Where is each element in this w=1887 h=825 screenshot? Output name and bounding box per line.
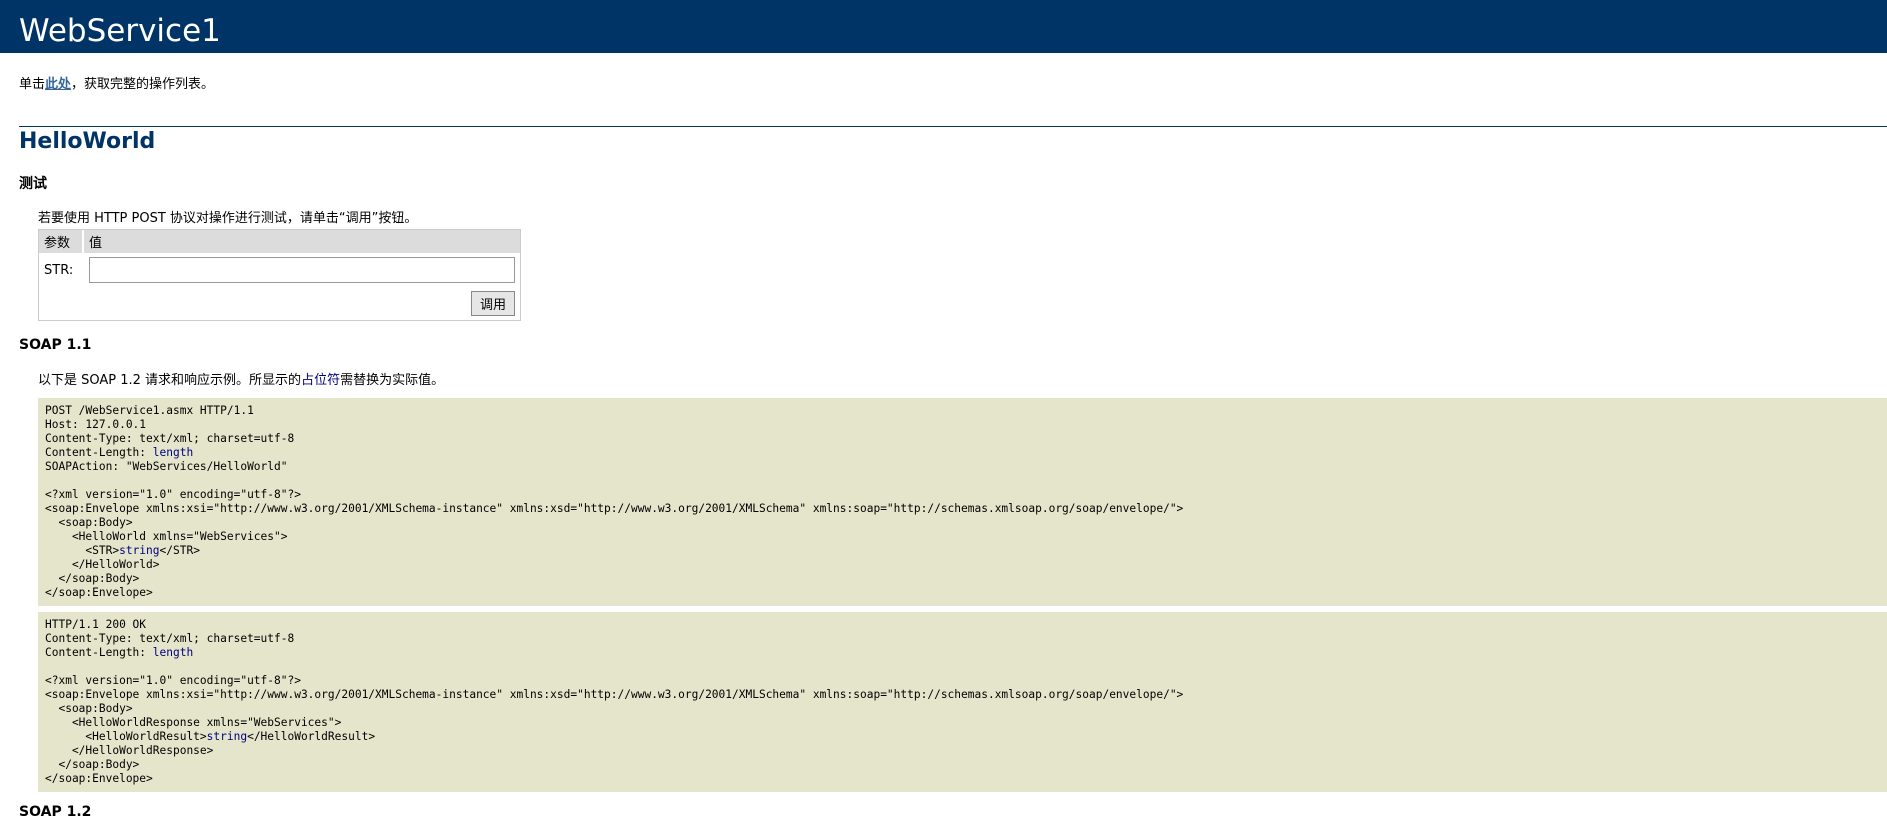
- code-line: </soap:Envelope>: [45, 772, 153, 785]
- param-row: STR:: [39, 253, 520, 287]
- param-value-cell: [84, 253, 520, 287]
- code-line: <soap:Envelope xmlns:xsi="http://www.w3.…: [45, 502, 1184, 515]
- code-line: SOAPAction: "WebServices/HelloWorld": [45, 460, 288, 473]
- placeholder-value: string: [119, 544, 160, 557]
- test-form-header: 参数 值: [39, 230, 520, 253]
- operations-list-link[interactable]: 此处: [45, 77, 71, 92]
- test-form: 参数 值 STR: 调用: [38, 229, 521, 321]
- code-line: HTTP/1.1 200 OK: [45, 618, 147, 631]
- soap11-desc-suffix: 需替换为实际值。: [340, 373, 445, 388]
- service-title: WebService1: [0, 0, 1887, 53]
- code-line: Host: 127.0.0.1: [45, 418, 147, 431]
- code-line: <HelloWorldResult>: [45, 730, 207, 743]
- operations-intro: 单击此处，获取完整的操作列表。: [19, 73, 1887, 92]
- soap11-description: 以下是 SOAP 1.2 请求和响应示例。所显示的占位符需替换为实际值。: [38, 369, 1887, 388]
- code-line: <soap:Body>: [45, 702, 133, 715]
- code-line: </HelloWorldResult>: [247, 730, 376, 743]
- code-line: <?xml version="1.0" encoding="utf-8"?>: [45, 674, 301, 687]
- param-label: STR:: [44, 262, 74, 278]
- code-line: <soap:Envelope xmlns:xsi="http://www.w3.…: [45, 688, 1184, 701]
- placeholder-term: 占位符: [301, 373, 341, 388]
- code-line: <STR>: [45, 544, 120, 557]
- test-heading: 测试: [19, 176, 47, 192]
- intro-suffix: ，获取完整的操作列表。: [71, 77, 215, 92]
- soap11-desc-prefix: 以下是 SOAP 1.2 请求和响应示例。所显示的: [38, 373, 302, 388]
- code-line: <HelloWorldResponse xmlns="WebServices">: [45, 716, 342, 729]
- invoke-button[interactable]: 调用: [470, 291, 515, 316]
- intro-prefix: 单击: [19, 77, 46, 92]
- soap11-heading: SOAP 1.1: [19, 337, 92, 353]
- code-line: </soap:Body>: [45, 758, 140, 771]
- param-column-header: 参数: [39, 230, 84, 253]
- value-column-header: 值: [84, 230, 520, 253]
- code-line: <soap:Body>: [45, 516, 133, 529]
- code-line: Content-Length:: [45, 446, 153, 459]
- invoke-row: 调用: [39, 287, 520, 320]
- placeholder-value: length: [152, 446, 194, 459]
- invoke-cell: 调用: [84, 287, 520, 320]
- placeholder-value: length: [152, 646, 194, 659]
- soap11-request-sample: POST /WebService1.asmx HTTP/1.1 Host: 12…: [38, 398, 1887, 606]
- code-line: <HelloWorld xmlns="WebServices">: [45, 530, 288, 543]
- test-description: 若要使用 HTTP POST 协议对操作进行测试，请单击“调用”按钮。: [38, 211, 418, 226]
- code-line: POST /WebService1.asmx HTTP/1.1: [45, 404, 254, 417]
- str-input[interactable]: [89, 257, 515, 283]
- code-line: <?xml version="1.0" encoding="utf-8"?>: [45, 488, 301, 501]
- code-line: </HelloWorld>: [45, 558, 160, 571]
- operation-title: HelloWorld: [19, 129, 156, 154]
- soap11-response-sample: HTTP/1.1 200 OK Content-Type: text/xml; …: [38, 612, 1887, 792]
- placeholder-value: string: [206, 730, 248, 743]
- code-line: </soap:Envelope>: [45, 586, 153, 599]
- code-line: Content-Type: text/xml; charset=utf-8: [45, 632, 295, 645]
- code-line: </soap:Body>: [45, 572, 140, 585]
- code-line: </STR>: [159, 544, 200, 557]
- code-line: Content-Length:: [45, 646, 153, 659]
- code-line: Content-Type: text/xml; charset=utf-8: [45, 432, 295, 445]
- soap12-heading: SOAP 1.2: [19, 804, 92, 820]
- code-line: </HelloWorldResponse>: [45, 744, 214, 757]
- invoke-spacer: [39, 287, 84, 320]
